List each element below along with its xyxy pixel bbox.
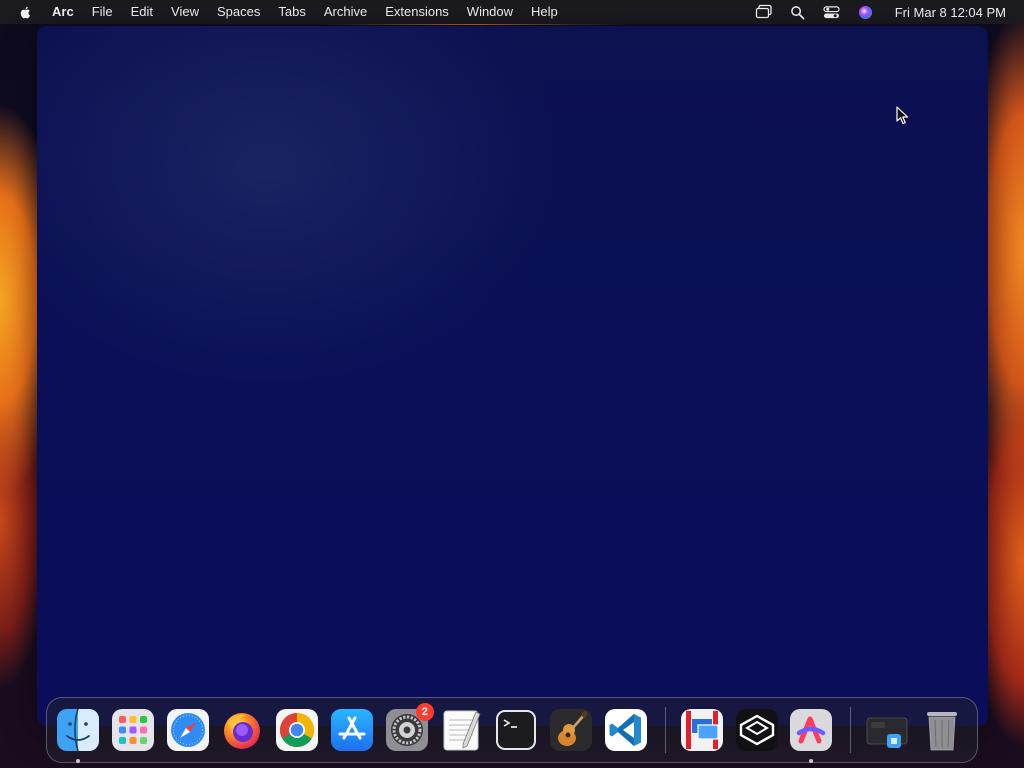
launchpad-icon [111, 709, 154, 751]
dock-system-settings[interactable]: 2 [385, 703, 434, 752]
dock-trash[interactable] [920, 708, 964, 752]
dock-textedit[interactable] [440, 708, 484, 752]
notification-badge: 2 [415, 703, 434, 721]
textedit-icon [443, 710, 481, 751]
running-indicator [809, 759, 814, 763]
dock-vscode[interactable] [604, 708, 648, 752]
terminal-icon [496, 710, 537, 750]
parallels-icon [680, 709, 723, 751]
menu-view[interactable]: View [162, 0, 208, 24]
menu-edit[interactable]: Edit [122, 0, 162, 24]
menu-bar: Arc File Edit View Spaces Tabs Archive E… [0, 0, 1024, 24]
dock-garageband[interactable] [549, 708, 593, 752]
screen-mirroring-icon[interactable] [755, 4, 773, 20]
dock-chrome[interactable] [275, 708, 319, 752]
menu-file[interactable]: File [83, 0, 122, 24]
siri-icon[interactable] [857, 4, 875, 20]
dock-terminal[interactable] [494, 708, 538, 752]
dock-firefox[interactable] [220, 708, 264, 752]
dock-launchpad[interactable] [111, 708, 155, 752]
apple-icon[interactable] [18, 4, 34, 20]
firefox-icon [224, 713, 261, 749]
downloads-stack-icon [866, 717, 908, 748]
mouse-pointer-icon [896, 106, 909, 125]
menu-app-arc[interactable]: Arc [52, 0, 83, 24]
control-center-icon[interactable] [823, 4, 841, 20]
dock-safari[interactable] [166, 708, 210, 752]
garageband-icon [550, 709, 593, 751]
menu-extensions[interactable]: Extensions [376, 0, 458, 24]
dock-app-store[interactable] [330, 708, 374, 752]
dock-cursor-app[interactable] [735, 708, 779, 752]
dock-downloads-stack[interactable] [865, 708, 909, 752]
dock-finder[interactable] [56, 708, 100, 763]
dock-arc[interactable] [789, 708, 833, 763]
menu-help[interactable]: Help [522, 0, 567, 24]
menu-tabs[interactable]: Tabs [269, 0, 314, 24]
menu-spaces[interactable]: Spaces [208, 0, 269, 24]
dock-separator [664, 707, 666, 753]
safari-icon [166, 709, 209, 751]
dock: 2 [46, 697, 978, 763]
menu-archive[interactable]: Archive [315, 0, 376, 24]
cursor-app-icon [735, 709, 778, 751]
app-store-icon [330, 709, 373, 751]
menubar-clock[interactable]: Fri Mar 8 12:04 PM [895, 5, 1006, 20]
arc-icon [790, 709, 833, 751]
dock-parallels[interactable] [680, 708, 724, 752]
dock-separator [850, 707, 852, 753]
window-accent-line [314, 24, 630, 25]
arc-browser-window[interactable] [37, 26, 988, 726]
finder-icon [57, 708, 99, 752]
chrome-icon [276, 709, 319, 751]
vscode-icon [604, 709, 647, 751]
trash-icon [926, 712, 957, 751]
running-indicator [76, 759, 80, 763]
menu-window[interactable]: Window [458, 0, 522, 24]
spotlight-search-icon[interactable] [789, 4, 807, 20]
